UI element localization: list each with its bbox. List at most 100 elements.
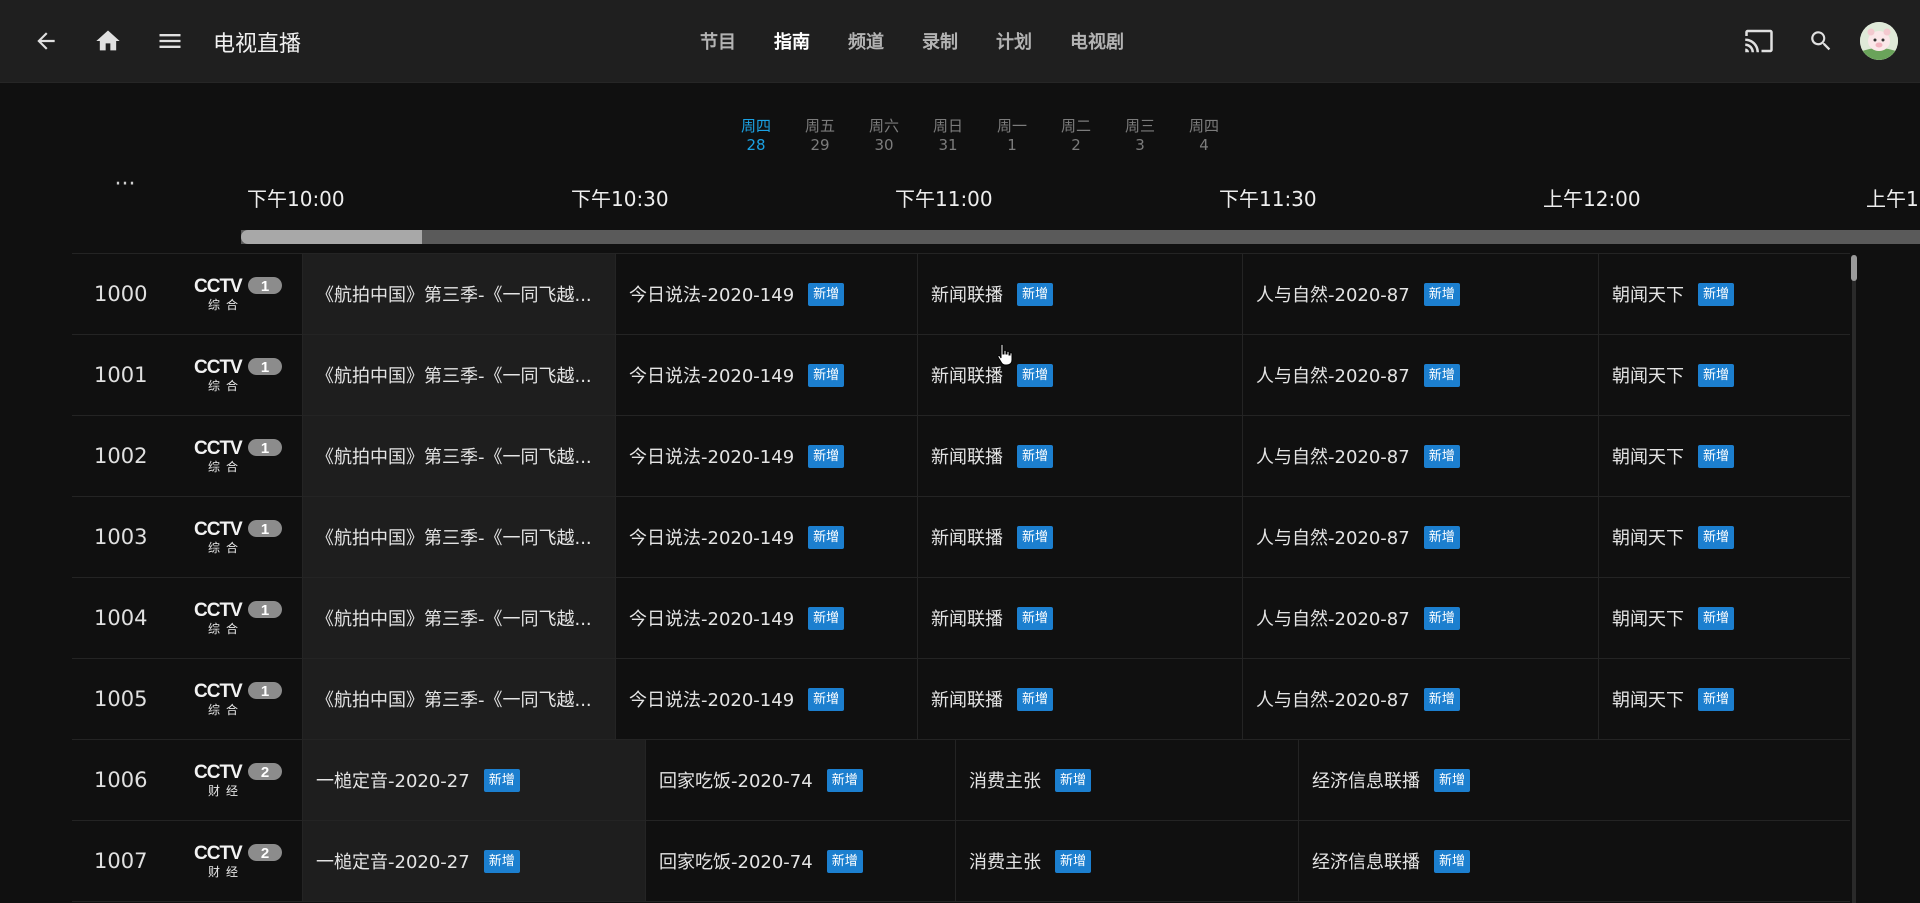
program-cell[interactable]: 朝闻天下 新增: [1598, 659, 1850, 739]
day-weekday: 周五: [804, 117, 835, 135]
day-date: 30: [874, 136, 894, 154]
vertical-scrollbar[interactable]: [1852, 255, 1856, 903]
program-cell[interactable]: 今日说法-2020-149 新增: [615, 578, 917, 658]
tab-recordings[interactable]: 录制: [922, 28, 958, 54]
program-cell[interactable]: 今日说法-2020-149 新增: [615, 254, 917, 334]
program-cell[interactable]: 朝闻天下 新增: [1598, 578, 1850, 658]
program-title: 人与自然-2020-87: [1256, 447, 1410, 468]
program-cell[interactable]: 今日说法-2020-149 新增: [615, 416, 917, 496]
hand-pointer-icon: [997, 343, 1013, 366]
program-cell[interactable]: 人与自然-2020-87 新增: [1242, 335, 1598, 415]
avatar[interactable]: [1860, 22, 1898, 60]
day-item[interactable]: 周日 31: [916, 117, 980, 155]
program-title: 人与自然-2020-87: [1256, 690, 1410, 711]
channel-number[interactable]: 1007: [94, 849, 147, 873]
program-cell[interactable]: 新闻联播 新增: [917, 578, 1242, 658]
program-cell[interactable]: 《航拍中国》第三季-《一同飞越...: [302, 254, 615, 334]
program-cell[interactable]: 新闻联播 新增: [917, 335, 1242, 415]
home-button[interactable]: [88, 21, 128, 61]
program-cell[interactable]: 朝闻天下 新增: [1598, 254, 1850, 334]
vertical-scrollbar-thumb[interactable]: [1851, 255, 1857, 281]
program-cell[interactable]: 朝闻天下 新增: [1598, 335, 1850, 415]
menu-button[interactable]: [150, 21, 190, 61]
program-cell[interactable]: 《航拍中国》第三季-《一同飞越...: [302, 335, 615, 415]
program-cell[interactable]: 今日说法-2020-149 新增: [615, 497, 917, 577]
program-cell[interactable]: 一槌定音-2020-27 新增: [302, 821, 645, 901]
menu-icon: [159, 34, 181, 48]
program-cell[interactable]: 《航拍中国》第三季-《一同飞越...: [302, 497, 615, 577]
channel-number[interactable]: 1006: [94, 768, 147, 792]
tab-channels[interactable]: 频道: [848, 28, 884, 54]
program-cell[interactable]: 人与自然-2020-87 新增: [1242, 578, 1598, 658]
program-title: 回家吃饭-2020-74: [659, 852, 813, 873]
program-cell[interactable]: 新闻联播 新增: [917, 659, 1242, 739]
channel-number[interactable]: 1002: [94, 444, 147, 468]
program-cell[interactable]: 消费主张 新增: [955, 821, 1298, 901]
program-title: 朝闻天下: [1612, 447, 1684, 468]
channel-number[interactable]: 1001: [94, 363, 147, 387]
search-button[interactable]: [1801, 21, 1841, 61]
day-item[interactable]: 周五 29: [788, 117, 852, 155]
channel-number[interactable]: 1003: [94, 525, 147, 549]
time-slot-label: 上午1: [1866, 187, 1919, 211]
day-item[interactable]: 周三 3: [1108, 117, 1172, 155]
time-slot-label: 上午12:00: [1543, 187, 1641, 211]
tab-schedule[interactable]: 计划: [996, 28, 1032, 54]
channel-number[interactable]: 1000: [94, 282, 147, 306]
tab-programs[interactable]: 节目: [700, 28, 736, 54]
program-cell[interactable]: 今日说法-2020-149 新增: [615, 659, 917, 739]
program-cell[interactable]: 新闻联播 新增: [917, 497, 1242, 577]
tab-guide[interactable]: 指南: [774, 28, 810, 54]
day-item[interactable]: 周四 4: [1172, 117, 1236, 155]
new-badge: 新增: [1423, 363, 1460, 387]
cast-button[interactable]: [1739, 21, 1779, 61]
program-cell[interactable]: 朝闻天下 新增: [1598, 497, 1850, 577]
day-item[interactable]: 周二 2: [1044, 117, 1108, 155]
program-cell[interactable]: 人与自然-2020-87 新增: [1242, 416, 1598, 496]
program-cell[interactable]: 《航拍中国》第三季-《一同飞越...: [302, 578, 615, 658]
day-picker: 周四 28 周五 29 周六 30 周日 31 周一 1 周二 2 周三 3 周四 4: [724, 117, 1236, 155]
search-icon: [1811, 31, 1831, 51]
day-item[interactable]: 周四 28: [724, 117, 788, 155]
svg-text:CCTV: CCTV: [194, 843, 243, 864]
program-cell[interactable]: 《航拍中国》第三季-《一同飞越...: [302, 659, 615, 739]
new-badge: 新增: [1423, 606, 1460, 630]
svg-text:综合: 综合: [208, 540, 244, 554]
program-title: 新闻联播: [931, 447, 1003, 468]
program-cell[interactable]: 人与自然-2020-87 新增: [1242, 497, 1598, 577]
horizontal-scrollbar[interactable]: [241, 230, 1920, 244]
program-cell[interactable]: 新闻联播 新增: [917, 254, 1242, 334]
program-title: 朝闻天下: [1612, 528, 1684, 549]
program-cell[interactable]: 新闻联播 新增: [917, 416, 1242, 496]
channel-number[interactable]: 1005: [94, 687, 147, 711]
horizontal-scrollbar-thumb[interactable]: [241, 230, 422, 244]
program-cell[interactable]: 回家吃饭-2020-74 新增: [645, 740, 955, 820]
program-cell[interactable]: 消费主张 新增: [955, 740, 1298, 820]
program-cell[interactable]: 朝闻天下 新增: [1598, 416, 1850, 496]
program-cell[interactable]: 一槌定音-2020-27 新增: [302, 740, 645, 820]
new-badge: 新增: [1017, 444, 1054, 468]
program-cell[interactable]: 经济信息联播 新增: [1298, 740, 1850, 820]
program-cell[interactable]: 回家吃饭-2020-74 新增: [645, 821, 955, 901]
program-cell[interactable]: 今日说法-2020-149 新增: [615, 335, 917, 415]
day-item[interactable]: 周六 30: [852, 117, 916, 155]
new-badge: 新增: [826, 849, 863, 873]
program-cell[interactable]: 《航拍中国》第三季-《一同飞越...: [302, 416, 615, 496]
day-date: 29: [810, 136, 830, 154]
program-cells: 一槌定音-2020-27 新增 回家吃饭-2020-74 新增 消费主张 新增 经济信息联播…: [302, 740, 1850, 820]
more-options-button[interactable]: ···: [111, 174, 139, 204]
program-cell[interactable]: 人与自然-2020-87 新增: [1242, 659, 1598, 739]
day-item[interactable]: 周一 1: [980, 117, 1044, 155]
program-title: 《航拍中国》第三季-《一同飞越...: [316, 690, 592, 711]
program-cell[interactable]: 经济信息联播 新增: [1298, 821, 1850, 901]
day-date: 2: [1071, 136, 1081, 154]
new-badge: 新增: [1434, 768, 1471, 792]
new-badge: 新增: [808, 525, 845, 549]
back-button[interactable]: [26, 21, 66, 61]
program-cell[interactable]: 人与自然-2020-87 新增: [1242, 254, 1598, 334]
new-badge: 新增: [1423, 525, 1460, 549]
program-title: 经济信息联播: [1312, 771, 1420, 792]
channel-number[interactable]: 1004: [94, 606, 147, 630]
cast-icon: [1745, 29, 1773, 53]
tab-series[interactable]: 电视剧: [1070, 28, 1124, 54]
